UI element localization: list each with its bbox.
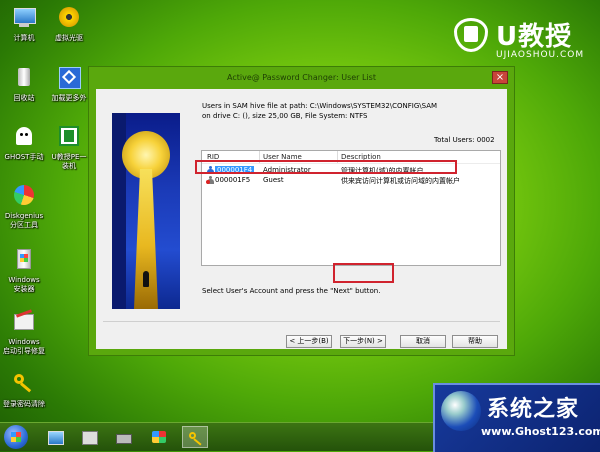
watermark-url: www.Ghost123.com	[481, 425, 600, 438]
taskbar-item-password-changer[interactable]	[182, 426, 208, 448]
desktop-icon-virtual-drive[interactable]: 虚拟光驱	[46, 6, 92, 43]
sam-info: Users in SAM hive file at path: C:\Windo…	[202, 101, 492, 121]
toolbox-icon	[82, 431, 98, 445]
desktop-icon-label: 加载更多外	[51, 94, 87, 102]
guest-user-icon	[206, 176, 214, 184]
desktop-icon-label: 分区工具	[10, 221, 38, 229]
brand-title: U教授	[496, 22, 573, 52]
desktop-icon-boot-repair[interactable]: Windows 启动引导修复	[1, 309, 47, 356]
monitor-icon	[48, 431, 64, 445]
desktop-icon-label: 虚拟光驱	[55, 34, 83, 42]
desktop-icon-label: GHOST手动	[4, 153, 44, 161]
window-title: Active@ Password Changer: User List	[227, 73, 376, 82]
desktop-icon-label: Windows	[8, 338, 40, 346]
globe-logo-icon	[441, 391, 481, 431]
desktop-icon-label: 登录密码清除	[3, 400, 45, 408]
desktop-icon-label: U教授PE一	[51, 153, 87, 161]
total-users: Total Users: 0002	[434, 136, 495, 144]
desktop-icon-label: 装机	[62, 162, 76, 170]
taskbar-item-network[interactable]	[146, 426, 172, 448]
cancel-button[interactable]: 取消	[400, 335, 446, 348]
disk-icon	[116, 434, 132, 444]
drive-info-text: on drive C: (), size 25,00 GB, File Syst…	[202, 112, 368, 120]
pe-install-icon	[56, 125, 82, 151]
desktop-icon-pe-install[interactable]: U教授PE一 装机	[46, 125, 92, 171]
password-changer-window: Active@ Password Changer: User List × Us…	[88, 66, 515, 356]
table-row[interactable]: 000001F5 Guest 供来宾访问计算机或访问域的内置帐户	[202, 175, 500, 185]
highlight-administrator-row	[195, 160, 457, 174]
boot-repair-icon	[11, 309, 37, 336]
keyhole-illustration	[112, 113, 180, 309]
help-button[interactable]: 帮助	[452, 335, 498, 348]
desktop-icon-load-more[interactable]: 加载更多外	[46, 66, 92, 103]
desktop-icon-label: 计算机	[13, 34, 35, 42]
load-more-icon	[56, 66, 82, 92]
desktop-icon-label: Windows	[8, 276, 40, 284]
key-icon	[189, 432, 203, 446]
ghost-icon	[11, 125, 37, 151]
desktop-icon-label: 启动引导修复	[3, 347, 45, 355]
watermark: 系统之家 www.Ghost123.com	[433, 383, 600, 452]
desktop-icon-label: 安装器	[13, 285, 35, 293]
sam-path-text: Users in SAM hive file at path: C:\Windo…	[202, 102, 438, 110]
computer-icon	[11, 6, 37, 32]
taskbar-item-tools[interactable]	[76, 426, 102, 448]
highlight-next-button	[333, 263, 394, 283]
row-user-name: Guest	[263, 176, 284, 184]
desktop-icon-password-clear[interactable]: 登录密码清除	[1, 372, 47, 409]
shield-icon	[454, 18, 488, 52]
desktop-icon-diskgenius[interactable]: Diskgenius 分区工具	[1, 184, 47, 230]
windows-installer-icon	[11, 248, 37, 274]
back-button[interactable]: < 上一步(B)	[286, 335, 332, 348]
recycle-bin-icon	[11, 66, 37, 92]
brand-subtitle: UJIAOSHOU.COM	[496, 50, 585, 60]
network-icon	[152, 431, 166, 443]
start-button[interactable]	[4, 425, 28, 449]
window-client: Users in SAM hive file at path: C:\Windo…	[96, 89, 507, 349]
brand-logo: U教授 UJIAOSHOU.COM	[448, 14, 588, 64]
desktop-icon-computer[interactable]: 计算机	[1, 6, 47, 43]
close-button[interactable]: ×	[492, 71, 508, 84]
divider	[103, 321, 500, 322]
next-button[interactable]: 下一步(N) >	[340, 335, 386, 348]
desktop-icon-ghost[interactable]: GHOST手动	[1, 125, 47, 162]
taskbar-item-explorer[interactable]	[42, 426, 68, 448]
diskgenius-icon	[11, 184, 37, 210]
desktop-icon-label: 回收站	[13, 94, 35, 102]
watermark-title: 系统之家	[487, 397, 580, 422]
taskbar-item-disk[interactable]	[110, 426, 136, 448]
row-rid: 000001F5	[215, 176, 251, 184]
key-icon	[11, 372, 37, 398]
desktop-icon-recycle-bin[interactable]: 回收站	[1, 66, 47, 103]
desktop-icon-label: Diskgenius	[4, 212, 44, 220]
instruction-text: Select User's Account and press the "Nex…	[202, 287, 381, 295]
row-description: 供来宾访问计算机或访问域的内置帐户	[341, 177, 460, 185]
virtual-drive-icon	[56, 6, 82, 32]
desktop-icon-windows-installer[interactable]: Windows 安装器	[1, 248, 47, 294]
